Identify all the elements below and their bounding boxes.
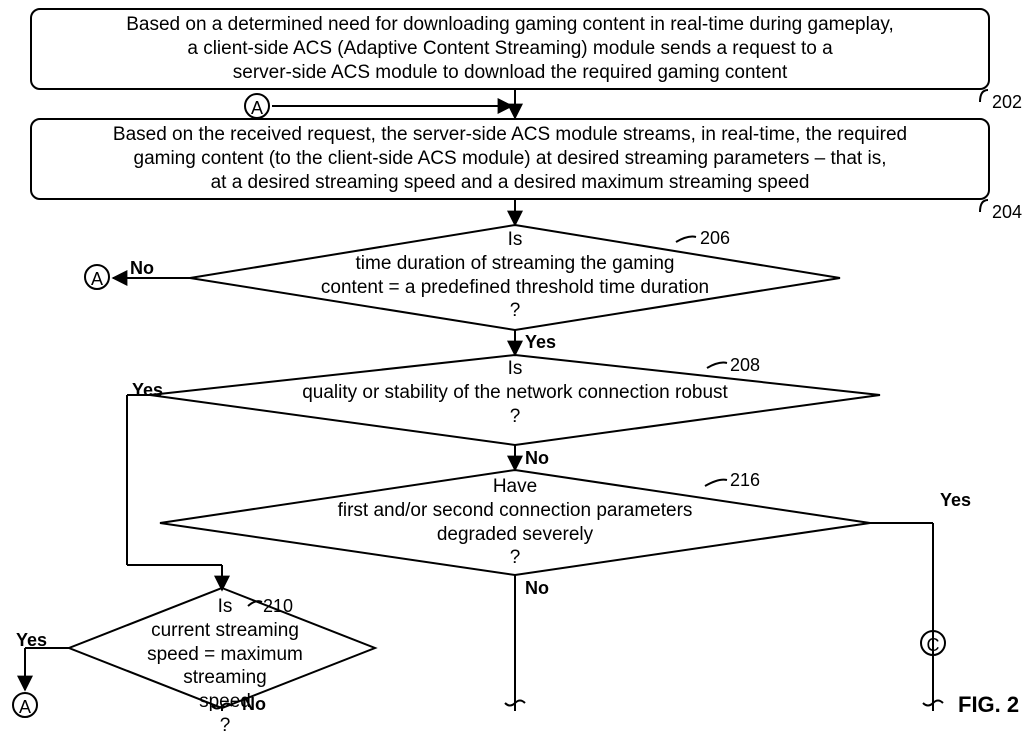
flow-lines: [0, 0, 1029, 711]
